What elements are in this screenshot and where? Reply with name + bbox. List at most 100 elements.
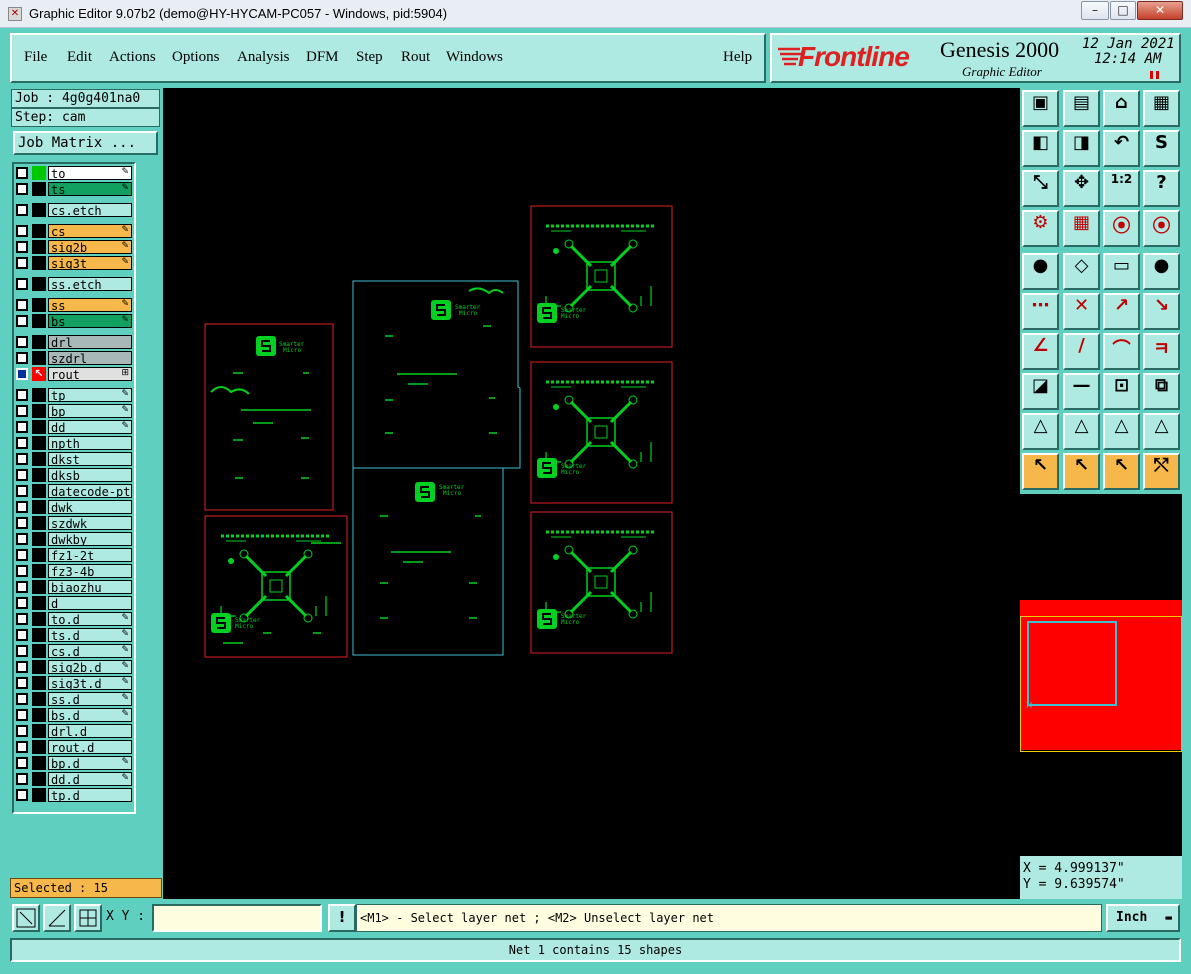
solid-pad-button[interactable]: ● <box>1143 253 1180 290</box>
layer-row-sig2b-d[interactable]: sig2b.d ✎ <box>14 660 132 674</box>
layer-checkbox[interactable] <box>16 645 28 657</box>
layer-name[interactable]: ts.d ✎ <box>48 628 132 642</box>
layer-color-swatch[interactable] <box>32 203 46 217</box>
layer-name[interactable]: dd.d ✎ <box>48 772 132 786</box>
layer-checkbox[interactable] <box>16 437 28 449</box>
layer-checkbox[interactable] <box>16 278 28 290</box>
xy-input[interactable] <box>152 904 322 932</box>
layer-row-to-d[interactable]: to.d ✎ <box>14 612 132 626</box>
layer-list-scrollbar[interactable] <box>136 162 160 814</box>
layer-name[interactable]: to.d ✎ <box>48 612 132 626</box>
layer-checkbox[interactable] <box>16 225 28 237</box>
layer-row-ss-d[interactable]: ss.d ✎ <box>14 692 132 706</box>
layer-checkbox[interactable] <box>16 299 28 311</box>
layer-row-bp-d[interactable]: bp.d ✎ <box>14 756 132 770</box>
select-poly-button[interactable]: ↖ <box>1103 453 1140 490</box>
layer-name[interactable]: dkst <box>48 452 132 466</box>
layer-color-swatch[interactable] <box>32 548 46 562</box>
layer-checkbox[interactable] <box>16 549 28 561</box>
layer-checkbox[interactable] <box>16 315 28 327</box>
close-button[interactable]: ✕ <box>1137 1 1183 20</box>
layer-color-swatch[interactable] <box>32 182 46 196</box>
layer-color-swatch[interactable] <box>32 676 46 690</box>
overview-map[interactable]: × <box>1020 494 1182 856</box>
layer-color-swatch[interactable] <box>32 314 46 328</box>
layout-button[interactable]: ▦ <box>1143 90 1180 127</box>
layer-color-swatch[interactable] <box>32 484 46 498</box>
save-job-button[interactable]: ▤ <box>1063 90 1100 127</box>
layer-name[interactable]: datecode-pte <box>48 484 132 498</box>
layer-row-bs-d[interactable]: bs.d ✎ <box>14 708 132 722</box>
layer-color-swatch[interactable] <box>32 224 46 238</box>
layer-checkbox[interactable] <box>16 581 28 593</box>
layer-name[interactable]: dwk <box>48 500 132 514</box>
layer-color-swatch[interactable] <box>32 772 46 786</box>
layer-checkbox[interactable] <box>16 757 28 769</box>
layer-color-swatch[interactable] <box>32 756 46 770</box>
layer-color-swatch[interactable] <box>32 436 46 450</box>
layer-row-ss-etch[interactable]: ss.etch <box>14 277 132 291</box>
layer-checkbox[interactable] <box>16 661 28 673</box>
layer-name[interactable]: sig3t ✎ <box>48 256 132 270</box>
layer-checkbox[interactable] <box>16 336 28 348</box>
layer-name[interactable]: cs.d ✎ <box>48 644 132 658</box>
units-dropdown[interactable]: Inch ▬ <box>1106 904 1180 932</box>
layer-checkbox[interactable] <box>16 485 28 497</box>
layer-name[interactable]: rout.d <box>48 740 132 754</box>
layer-name[interactable]: cs.etch <box>48 203 132 217</box>
active-layer-cursor-icon[interactable]: ↖ <box>32 367 46 381</box>
layer-checkbox[interactable] <box>16 629 28 641</box>
menu-dfm[interactable]: DFM <box>306 49 339 66</box>
layer-name[interactable]: szdrl <box>48 351 132 365</box>
layer-color-swatch[interactable] <box>32 277 46 291</box>
layer-row-tp-d[interactable]: tp.d <box>14 788 132 802</box>
layer-color-swatch[interactable] <box>32 612 46 626</box>
layer-color-swatch[interactable] <box>32 166 46 180</box>
layer-row-sig3t-d[interactable]: sig3t.d ✎ <box>14 676 132 690</box>
layer-color-swatch[interactable] <box>32 740 46 754</box>
grid-button[interactable]: ▦ <box>1063 210 1100 247</box>
menu-file[interactable]: File <box>24 49 47 66</box>
layer-name[interactable]: fz1-2t <box>48 548 132 562</box>
layer-color-swatch[interactable] <box>32 788 46 802</box>
layer-row-sig2b[interactable]: sig2b ✎ <box>14 240 132 254</box>
add-shape-button[interactable]: ◇ <box>1063 253 1100 290</box>
layer-name[interactable]: szdwk <box>48 516 132 530</box>
layer-row-to[interactable]: to ✎ <box>14 166 132 180</box>
menu-windows[interactable]: Windows <box>446 49 503 66</box>
layer-color-swatch[interactable] <box>32 335 46 349</box>
layer-row-drl[interactable]: drl <box>14 335 132 349</box>
job-matrix-button[interactable]: Job Matrix ... <box>13 131 158 155</box>
layer-name[interactable]: cs ✎ <box>48 224 132 238</box>
window-titlebar[interactable]: ✕ Graphic Editor 9.07b2 (demo@HY-HYCAM-P… <box>0 0 1191 28</box>
layer-color-swatch[interactable] <box>32 564 46 578</box>
layer-name[interactable]: bs ✎ <box>48 314 132 328</box>
minimize-button[interactable]: – <box>1081 1 1109 20</box>
layer-checkbox[interactable] <box>16 241 28 253</box>
layer-checkbox[interactable] <box>16 257 28 269</box>
layer-name[interactable]: rout ⊞ <box>48 367 132 381</box>
layer-color-swatch[interactable] <box>32 256 46 270</box>
layer-row-ts-d[interactable]: ts.d ✎ <box>14 628 132 642</box>
snap-grid-button[interactable] <box>74 904 102 932</box>
layer-row-dkst[interactable]: dkst <box>14 452 132 466</box>
graphic-canvas[interactable]: Smarter Micro Smarter Micro Smarter Micr… <box>163 88 1020 899</box>
alert-button[interactable]: ! <box>328 904 356 932</box>
layer-checkbox[interactable] <box>16 453 28 465</box>
layer-color-swatch[interactable] <box>32 724 46 738</box>
layer-checkbox[interactable] <box>16 773 28 785</box>
layer-name[interactable]: sig2b ✎ <box>48 240 132 254</box>
layer-checkbox[interactable] <box>16 789 28 801</box>
line-break-button[interactable]: — <box>1063 373 1100 410</box>
zoom-window-button[interactable] <box>12 904 40 932</box>
undo-button[interactable]: ↶ <box>1103 130 1140 167</box>
fillet-button[interactable]: △ <box>1022 413 1059 450</box>
delete-nodes-button[interactable]: ✕ <box>1063 293 1100 330</box>
layer-name[interactable]: tp ✎ <box>48 388 132 402</box>
layer-row-dd[interactable]: dd ✎ <box>14 420 132 434</box>
layer-name[interactable]: dwkby <box>48 532 132 546</box>
layer-name[interactable]: d <box>48 596 132 610</box>
layer-row-d[interactable]: d <box>14 596 132 610</box>
layer-row-dwk[interactable]: dwk <box>14 500 132 514</box>
measure-button[interactable] <box>43 904 71 932</box>
